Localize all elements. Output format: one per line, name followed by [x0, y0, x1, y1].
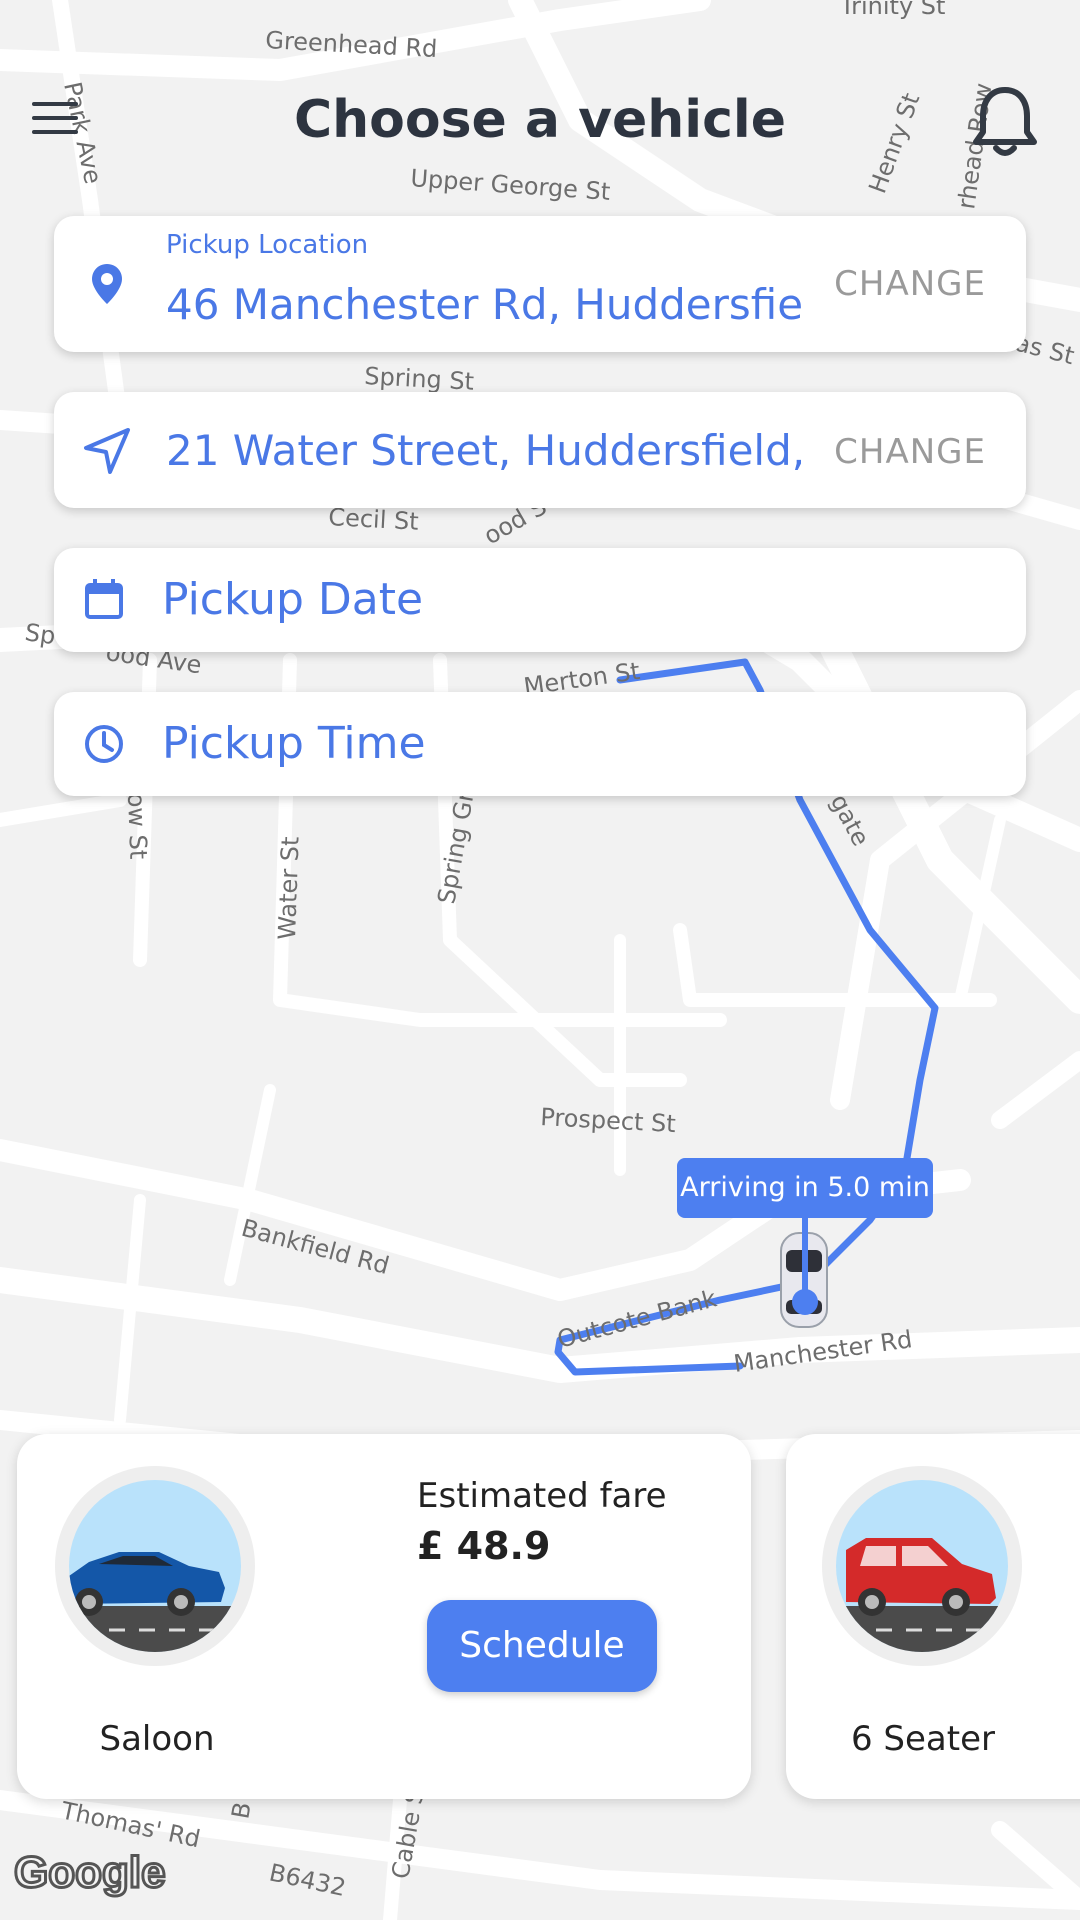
- clock-icon: [85, 725, 123, 763]
- pickup-location-label: Pickup Location: [166, 230, 369, 260]
- bell-icon[interactable]: [970, 84, 1040, 158]
- van-car-icon: [836, 1480, 1008, 1652]
- street-label: ow St: [122, 792, 152, 860]
- location-pin-icon: [92, 264, 122, 304]
- pickup-date-field[interactable]: Pickup Date: [54, 548, 1026, 652]
- change-destination-button[interactable]: CHANGE: [834, 432, 986, 472]
- pickup-time-placeholder: Pickup Time: [162, 718, 426, 769]
- saloon-car-icon: [69, 1480, 241, 1652]
- schedule-button[interactable]: Schedule: [427, 1600, 657, 1692]
- vehicle-image-saloon: [55, 1466, 255, 1666]
- vehicle-image-6-seater: [822, 1466, 1022, 1666]
- vehicle-name: Saloon: [99, 1719, 215, 1759]
- fare-label: Estimated fare: [417, 1476, 667, 1516]
- change-pickup-button[interactable]: CHANGE: [834, 264, 986, 304]
- vehicle-name: 6 Seater: [850, 1719, 995, 1759]
- pickup-location-card[interactable]: Pickup Location 46 Manchester Rd, Hudder…: [54, 216, 1026, 352]
- destination-value: 21 Water Street, Huddersfield,: [166, 426, 806, 475]
- navigation-arrow-icon: [84, 428, 130, 474]
- pickup-time-field[interactable]: Pickup Time: [54, 692, 1026, 796]
- fare-value: £ 48.9: [417, 1524, 551, 1568]
- street-label: Trinity St: [839, 0, 945, 20]
- vehicle-card-6-seater[interactable]: 6 Seater: [786, 1434, 1080, 1799]
- street-label: Sp: [23, 618, 57, 650]
- pickup-date-placeholder: Pickup Date: [162, 574, 424, 625]
- google-attribution-logo: Google: [13, 1847, 168, 1899]
- street-label: Water St: [273, 836, 305, 940]
- eta-badge: Arriving in 5.0 min: [677, 1158, 933, 1218]
- vehicle-card-saloon[interactable]: Saloon Estimated fare £ 48.9 Schedule: [17, 1434, 751, 1799]
- calendar-icon: [85, 579, 123, 619]
- destination-card[interactable]: 21 Water Street, Huddersfield, CHANGE: [54, 392, 1026, 508]
- page-title: Choose a vehicle: [293, 90, 787, 150]
- street-label: Spring St: [364, 362, 475, 396]
- pickup-location-value: 46 Manchester Rd, Huddersfie: [166, 280, 804, 329]
